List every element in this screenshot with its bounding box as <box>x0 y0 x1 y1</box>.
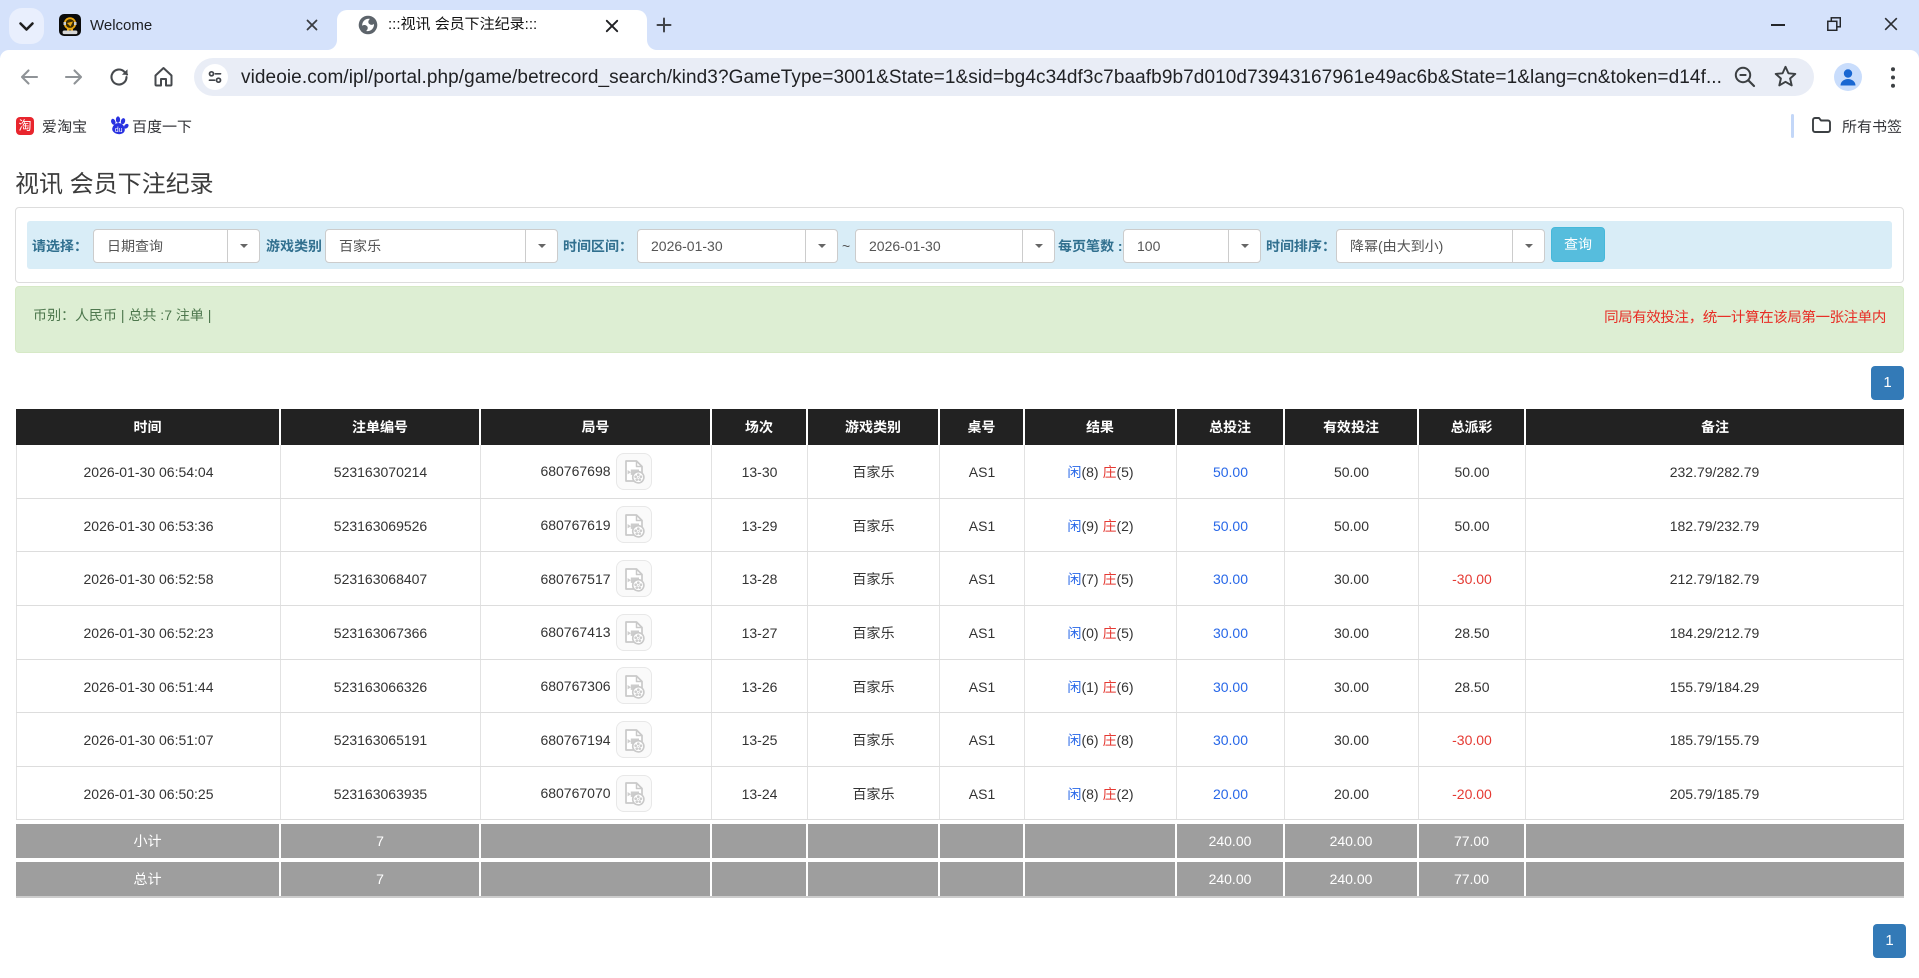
svg-text:du: du <box>115 127 123 134</box>
